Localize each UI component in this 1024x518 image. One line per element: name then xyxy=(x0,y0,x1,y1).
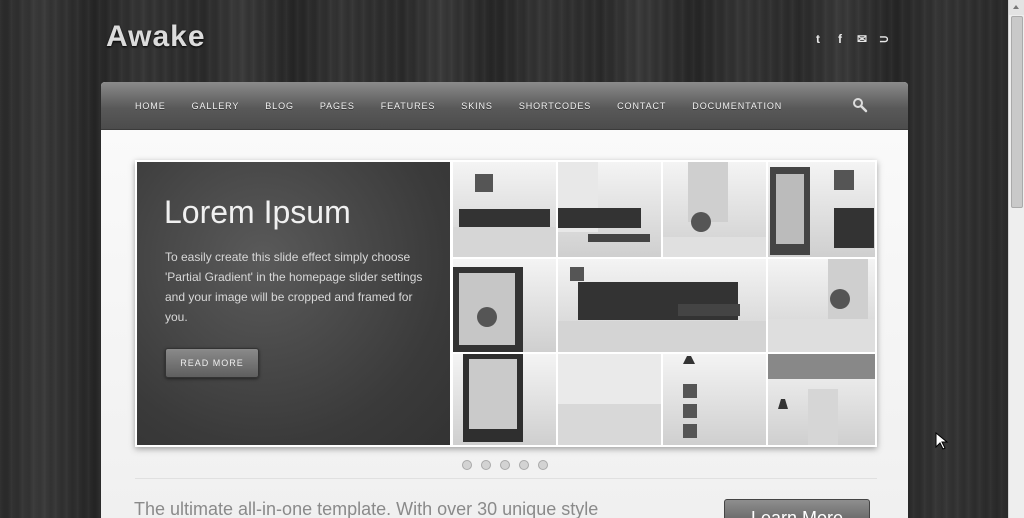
nav-item-documentation[interactable]: DOCUMENTATION xyxy=(692,101,782,111)
slide-description: To easily create this slide effect simpl… xyxy=(165,250,423,324)
nav-item-skins[interactable]: SKINS xyxy=(461,101,493,111)
site-logo[interactable]: Awake xyxy=(106,20,206,54)
image-tile xyxy=(768,354,875,445)
rss-icon[interactable]: ⊃ xyxy=(876,31,892,47)
pagination-dot[interactable] xyxy=(462,460,472,470)
image-tile xyxy=(558,259,766,352)
vertical-scrollbar[interactable] xyxy=(1008,0,1024,518)
slide-title: Lorem Ipsum xyxy=(164,194,351,230)
image-tile xyxy=(663,162,766,257)
main-panel: HOME GALLERY BLOG PAGES FEATURES SKINS S… xyxy=(101,82,908,518)
section-divider xyxy=(135,478,877,479)
image-tile xyxy=(558,354,661,445)
image-tile xyxy=(768,162,875,257)
email-icon[interactable]: ✉ xyxy=(854,31,870,47)
image-tile xyxy=(768,259,875,352)
learn-more-button[interactable]: Learn More xyxy=(724,499,870,518)
nav-item-gallery[interactable]: GALLERY xyxy=(192,101,240,111)
scroll-up-arrow-icon[interactable] xyxy=(1009,0,1024,15)
pagination-dot[interactable] xyxy=(519,460,529,470)
slide-caption-panel: Lorem Ipsum To easily create this slide … xyxy=(137,162,450,445)
image-tile xyxy=(453,162,556,257)
image-tile xyxy=(453,354,556,445)
featured-slider: Lorem Ipsum To easily create this slide … xyxy=(135,160,877,447)
nav-item-contact[interactable]: CONTACT xyxy=(617,101,666,111)
scrollbar-thumb[interactable] xyxy=(1011,16,1023,208)
twitter-icon[interactable]: t xyxy=(810,31,826,47)
search-icon[interactable] xyxy=(852,97,868,113)
main-navigation: HOME GALLERY BLOG PAGES FEATURES SKINS S… xyxy=(101,82,908,130)
nav-item-home[interactable]: HOME xyxy=(135,101,166,111)
mouse-cursor-icon xyxy=(935,432,949,450)
social-icons: t f ✉ ⊃ xyxy=(810,31,892,47)
image-tile xyxy=(663,354,766,445)
pagination-dot[interactable] xyxy=(538,460,548,470)
image-tile xyxy=(453,259,556,352)
nav-item-pages[interactable]: PAGES xyxy=(320,101,355,111)
pagination-dot[interactable] xyxy=(481,460,491,470)
slide-image-grid[interactable] xyxy=(453,162,875,445)
nav-item-features[interactable]: FEATURES xyxy=(381,101,436,111)
nav-item-shortcodes[interactable]: SHORTCODES xyxy=(519,101,591,111)
pagination-dot[interactable] xyxy=(500,460,510,470)
read-more-button[interactable]: READ MORE xyxy=(165,348,259,378)
nav-item-blog[interactable]: BLOG xyxy=(265,101,294,111)
facebook-icon[interactable]: f xyxy=(832,31,848,47)
intro-tagline: The ultimate all-in-one template. With o… xyxy=(134,499,599,518)
image-tile xyxy=(558,162,661,257)
slider-pagination xyxy=(462,460,548,470)
